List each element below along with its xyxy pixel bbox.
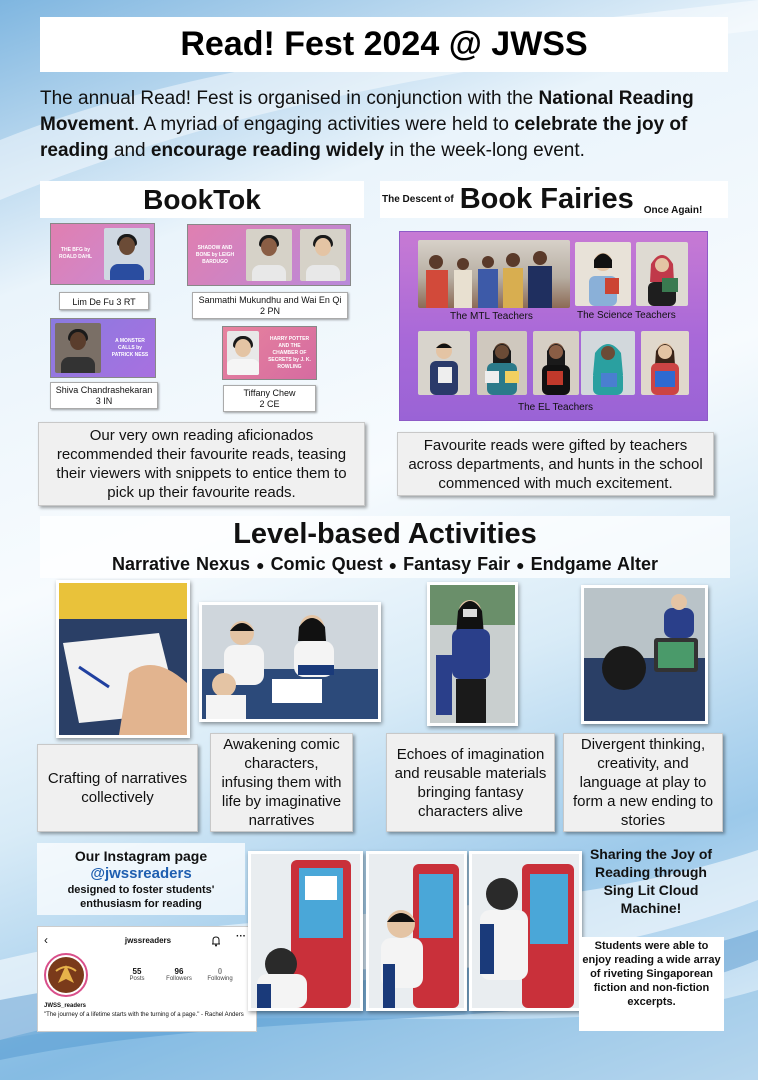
booktok-video-shiva[interactable]: A MONSTER CALLS by PATRICK NESS [50, 318, 156, 378]
booktok-video-sanmathi[interactable]: SHADOW AND BONE by LEIGH BARDUGO [187, 224, 351, 286]
instagram-title: Our Instagram page [74, 848, 208, 864]
science-teachers-label: The Science Teachers [577, 310, 676, 321]
el-teachers-label: The EL Teachers [518, 402, 594, 413]
profile-name: JWSS_readers [44, 1003, 87, 1009]
student-photo [55, 323, 101, 373]
posts-stat[interactable]: 55 Posts [122, 967, 152, 982]
sing-lit-photo-2 [366, 851, 467, 1011]
page-title: Read! Fest 2024 @ JWSS [40, 17, 728, 72]
comic-quest-photo [199, 602, 381, 722]
bullet-icon: ● [388, 557, 398, 573]
book-title: A MONSTER CALLS by PATRICK NESS [111, 337, 149, 358]
profile-bio: "The journey of a lifetime starts with t… [44, 1012, 244, 1018]
fantasy-fair-photo [427, 582, 518, 726]
endgame-alter-caption: Divergent thinking, creativity, and lang… [563, 733, 723, 832]
book-fairies-description: Favourite reads were gifted by teachers … [397, 432, 714, 496]
student-photo [227, 331, 259, 375]
level-activities-title: Level-based Activities [233, 518, 537, 550]
activity-comic-quest: Comic Quest [270, 554, 383, 574]
group-figures [426, 251, 552, 308]
instagram-description: designed to foster students' enthusiasm … [67, 884, 215, 910]
book-title: HARRY POTTER AND THE CHAMBER OF SECRETS … [268, 335, 311, 370]
instagram-handle[interactable]: @jwssreaders [37, 865, 245, 883]
following-stat[interactable]: 0 Following [202, 967, 238, 982]
book-title: SHADOW AND BONE by LEIGH BARDUGO [195, 244, 235, 265]
el-teacher-photo-3 [533, 331, 579, 395]
book-fairies-heading: The Descent of Book Fairies Once Again! [380, 181, 728, 218]
instagram-heading: Our Instagram page @jwssreaders designed… [37, 843, 245, 915]
booktok-caption-tiffany: Tiffany Chew 2 CE [223, 385, 316, 412]
science-teacher-photo-1 [575, 242, 631, 306]
instagram-topbar: ‹ jwssreaders ··· [38, 931, 258, 949]
booktok-description: Our very own reading aficionados recomme… [38, 422, 365, 506]
bell-icon[interactable] [210, 935, 222, 947]
booktok-caption-shiva: Shiva Chandrashekaran 3 IN [50, 382, 158, 409]
fantasy-fair-caption: Echoes of imagination and reusable mater… [386, 733, 555, 832]
booktok-video-lim[interactable]: THE BFG by ROALD DAHL [50, 223, 155, 285]
instagram-username: jwssreaders [124, 936, 172, 945]
activity-names: Narrative Nexus ● Comic Quest ● Fantasy … [40, 552, 730, 577]
bullet-icon: ● [256, 557, 265, 573]
more-icon[interactable]: ··· [236, 931, 246, 942]
narrative-nexus-caption: Crafting of narratives collectively [37, 744, 198, 832]
endgame-alter-photo [581, 585, 708, 724]
el-teacher-photo-1 [418, 331, 470, 395]
sing-lit-description: Students were able to enjoy reading a wi… [579, 937, 724, 1031]
student-photo [104, 228, 150, 280]
level-activities-heading: Level-based Activities Narrative Nexus ●… [40, 516, 730, 578]
narrative-nexus-photo [56, 580, 190, 738]
intro-paragraph: The annual Read! Fest is organised in co… [40, 88, 694, 161]
booktok-caption-sanmathi: Sanmathi Mukundhu and Wai En Qi 2 PN [192, 292, 348, 319]
activity-endgame-alter: Endgame Alter [530, 554, 659, 574]
profile-avatar [44, 953, 88, 997]
el-teacher-photo-5 [641, 331, 689, 395]
book-title: THE BFG by ROALD DAHL [58, 247, 93, 260]
mtl-teachers-label: The MTL Teachers [450, 311, 533, 322]
booktok-caption-lim: Lim De Fu 3 RT [59, 292, 149, 310]
student-photo [300, 229, 346, 281]
sing-lit-heading: Sharing the Joy of Reading through Sing … [589, 846, 713, 916]
booktok-video-tiffany[interactable]: HARRY POTTER AND THE CHAMBER OF SECRETS … [222, 326, 317, 380]
booktok-heading: BookTok [40, 181, 364, 218]
comic-quest-caption: Awakening comic characters, infusing the… [210, 733, 353, 832]
instagram-profile[interactable]: ‹ jwssreaders ··· 55 Posts 96 Followers … [37, 926, 257, 1032]
bullet-icon: ● [516, 557, 525, 573]
mtl-teachers-photo [418, 240, 570, 308]
activity-narrative-nexus: Narrative Nexus [111, 554, 251, 574]
followers-stat[interactable]: 96 Followers [162, 967, 196, 982]
sing-lit-photo-3 [469, 851, 582, 1011]
student-photo [246, 229, 292, 281]
sing-lit-photo-1 [248, 851, 363, 1011]
book-fairies-collage: The MTL Teachers The Science Teachers Th… [399, 231, 708, 421]
activity-fantasy-fair: Fantasy Fair [403, 554, 511, 574]
science-teacher-photo-2 [636, 242, 688, 306]
el-teacher-photo-4 [581, 331, 635, 395]
el-teacher-photo-2 [477, 331, 527, 395]
